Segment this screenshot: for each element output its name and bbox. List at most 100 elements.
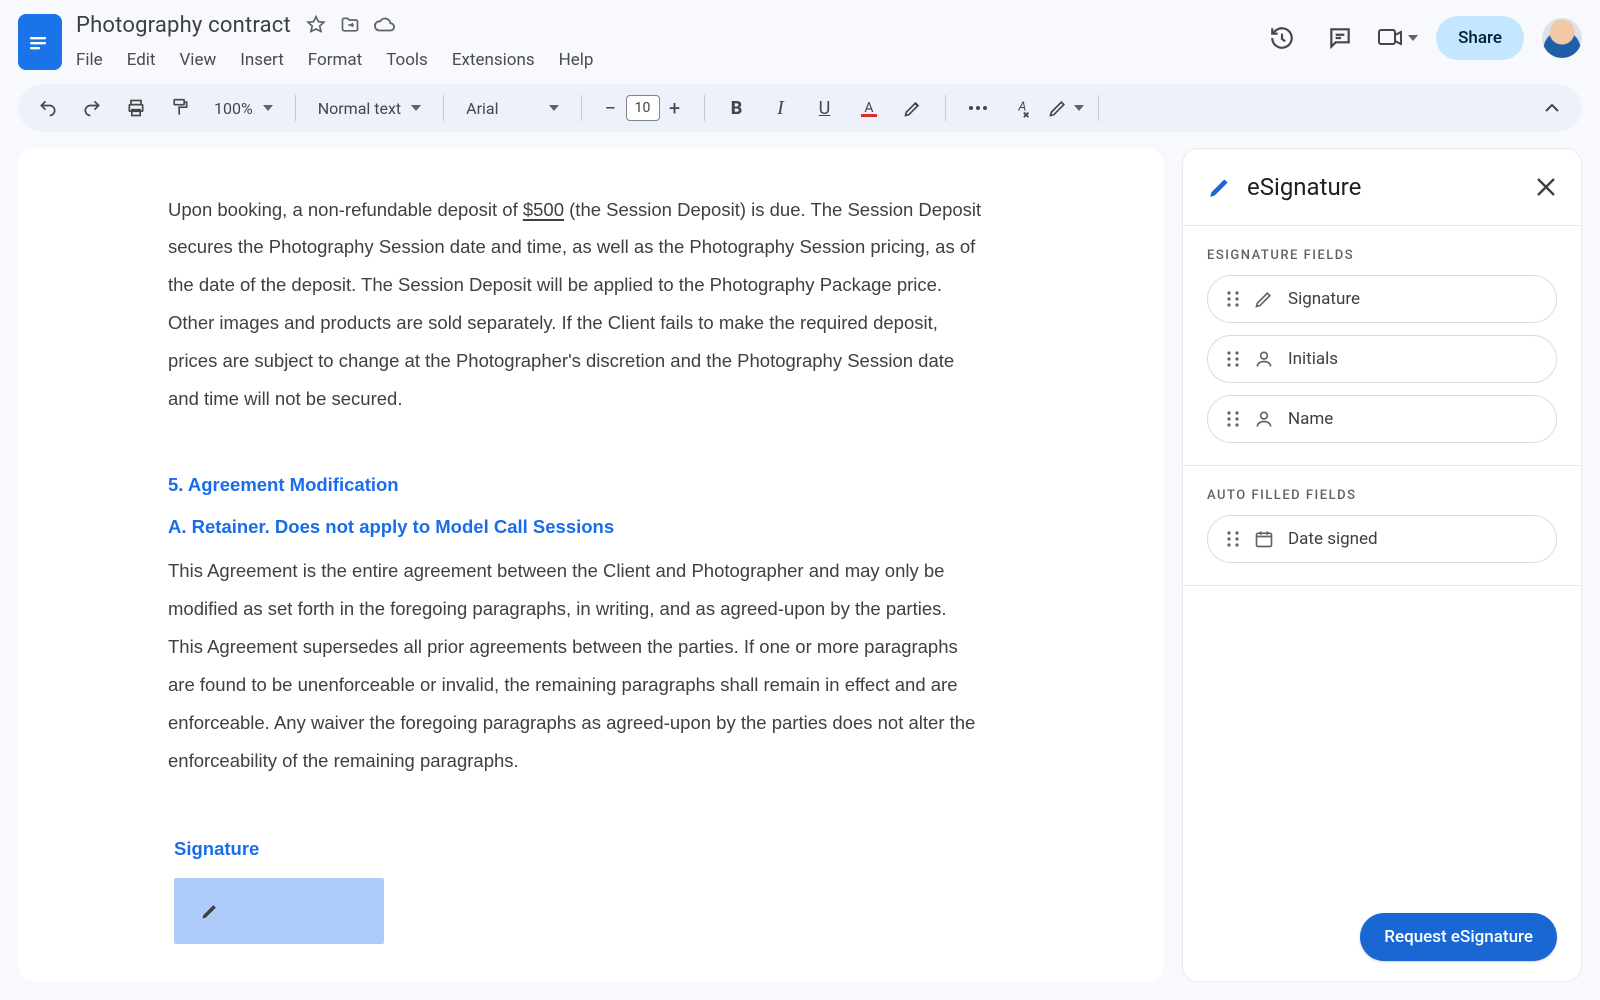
field-initials[interactable]: Initials [1207, 335, 1557, 383]
text-color-button[interactable]: A [851, 90, 887, 126]
font-size-increase[interactable]: + [660, 93, 690, 123]
move-folder-icon[interactable] [339, 14, 361, 36]
panel-footer: Request eSignature [1183, 893, 1581, 981]
separator [581, 95, 582, 121]
underline-button[interactable]: U [807, 90, 843, 126]
paragraph-modification: This Agreement is the entire agreement b… [168, 552, 984, 780]
zoom-select[interactable]: 100% [206, 90, 281, 126]
signature-pen-icon [200, 901, 220, 921]
redo-button[interactable] [74, 90, 110, 126]
highlight-button[interactable] [895, 90, 931, 126]
signature-field[interactable] [174, 878, 384, 944]
drag-handle-icon [1226, 411, 1240, 427]
paragraph-style-value: Normal text [318, 99, 401, 118]
paint-format-button[interactable] [162, 90, 198, 126]
calendar-icon [1254, 529, 1274, 549]
font-family-value: Arial [466, 99, 498, 118]
drag-handle-icon [1226, 531, 1240, 547]
titlebar: Photography contract File Edit View Inse… [0, 0, 1600, 78]
menu-edit[interactable]: Edit [125, 46, 158, 74]
field-label: Date signed [1288, 529, 1378, 549]
separator [443, 95, 444, 121]
chevron-down-icon [1408, 35, 1418, 41]
svg-text:A: A [864, 100, 873, 116]
section-heading-5: 5. Agreement Modification [168, 474, 984, 496]
person-icon [1254, 409, 1274, 429]
signature-label: Signature [174, 838, 984, 860]
svg-text:A: A [1017, 100, 1026, 115]
chevron-down-icon [411, 105, 421, 111]
font-size-control: − 10 + [596, 93, 690, 123]
title-column: Photography contract File Edit View Inse… [74, 10, 1250, 74]
comments-icon[interactable] [1320, 18, 1360, 58]
history-icon[interactable] [1262, 18, 1302, 58]
header-right-actions: Share .share-btn svg:first-of-type { dis… [1262, 16, 1582, 60]
separator [1098, 95, 1099, 121]
separator [295, 95, 296, 121]
menu-tools[interactable]: Tools [384, 46, 430, 74]
docs-app-icon[interactable] [18, 14, 62, 70]
field-signature[interactable]: Signature [1207, 275, 1557, 323]
clear-formatting-button[interactable]: A [1004, 90, 1040, 126]
field-label: Signature [1288, 289, 1360, 309]
field-label: Initials [1288, 349, 1338, 369]
text-span-amount: $500 [523, 199, 564, 220]
editing-mode-button[interactable] [1048, 90, 1084, 126]
menubar: File Edit View Insert Format Tools Exten… [74, 40, 1250, 74]
toolbar: 100% Normal text Arial − 10 + B I U A A [18, 84, 1582, 132]
close-icon [1535, 176, 1557, 198]
document-title[interactable]: Photography contract [74, 13, 293, 38]
text-span: (the Session Deposit) is due. The Sessio… [168, 199, 981, 410]
esignature-panel: eSignature ESIGNATURE FIELDS Signature I… [1182, 148, 1582, 982]
section-auto-fields-title: AUTO FILLED FIELDS [1183, 466, 1581, 515]
font-family-select[interactable]: Arial [458, 90, 566, 126]
print-button[interactable] [118, 90, 154, 126]
document-page[interactable]: Upon booking, a non-refundable deposit o… [18, 148, 1164, 982]
bold-button[interactable]: B [719, 90, 755, 126]
close-panel-button[interactable] [1535, 176, 1557, 198]
font-size-decrease[interactable]: − [596, 93, 626, 123]
account-avatar[interactable] [1542, 18, 1582, 58]
font-size-input[interactable]: 10 [626, 95, 660, 121]
menu-file[interactable]: File [74, 46, 105, 74]
signature-pen-icon [1207, 174, 1233, 200]
panel-header: eSignature [1183, 149, 1581, 226]
separator [704, 95, 705, 121]
undo-button[interactable] [30, 90, 66, 126]
menu-help[interactable]: Help [557, 46, 596, 74]
share-button[interactable]: Share [1436, 16, 1524, 60]
chevron-down-icon [1074, 105, 1084, 111]
request-label: Request eSignature [1384, 927, 1533, 947]
section-esignature-fields-title: ESIGNATURE FIELDS [1183, 226, 1581, 275]
panel-title: eSignature [1247, 173, 1521, 201]
signature-pen-icon [1254, 289, 1274, 309]
chevron-down-icon [263, 105, 273, 111]
menu-view[interactable]: View [177, 46, 218, 74]
workspace: Upon booking, a non-refundable deposit o… [0, 148, 1600, 1000]
menu-extensions[interactable]: Extensions [450, 46, 537, 74]
paragraph-style-select[interactable]: Normal text [310, 90, 429, 126]
drag-handle-icon [1226, 351, 1240, 367]
esignature-fields-list: Signature Initials Name [1183, 275, 1581, 443]
italic-button[interactable]: I [763, 90, 799, 126]
field-name[interactable]: Name [1207, 395, 1557, 443]
separator [945, 95, 946, 121]
star-icon[interactable] [305, 14, 327, 36]
person-icon [1254, 349, 1274, 369]
present-button[interactable] [1378, 18, 1418, 58]
cloud-saved-icon[interactable] [373, 14, 395, 36]
menu-format[interactable]: Format [306, 46, 364, 74]
text-span: Upon booking, a non-refundable deposit o… [168, 199, 523, 220]
more-formatting-button[interactable] [960, 90, 996, 126]
field-date-signed[interactable]: Date signed [1207, 515, 1557, 563]
share-label: Share [1458, 28, 1502, 48]
drag-handle-icon [1226, 291, 1240, 307]
document-area: Upon booking, a non-refundable deposit o… [18, 148, 1164, 982]
chevron-down-icon [549, 105, 559, 111]
auto-fields-list: Date signed [1183, 515, 1581, 563]
request-esignature-button[interactable]: Request eSignature [1360, 913, 1557, 961]
field-label: Name [1288, 409, 1333, 429]
divider [1183, 585, 1581, 586]
menu-insert[interactable]: Insert [238, 46, 286, 74]
toolbar-collapse-button[interactable] [1534, 90, 1570, 126]
